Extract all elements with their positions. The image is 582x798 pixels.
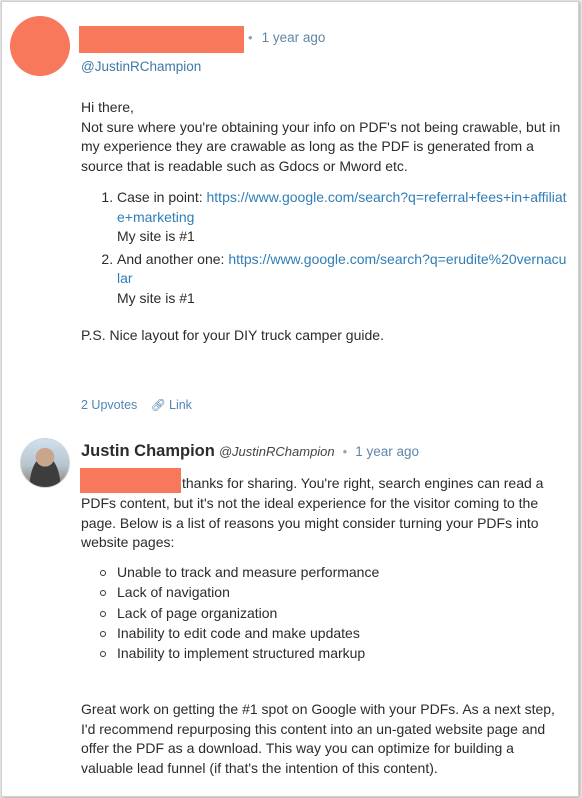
comment-body: Hi there, Not sure where you're obtainin…: [81, 98, 569, 346]
greeting-text: Hi there,: [81, 99, 134, 115]
redacted-author-name: [79, 26, 244, 53]
comment-meta: • 1 year ago: [248, 30, 325, 45]
reply-intro: thanks for sharing. You're right, search…: [81, 474, 561, 553]
link-icon: 🔗︎: [150, 398, 166, 412]
author-handle[interactable]: @JustinRChampion: [219, 444, 335, 459]
list-item-prefix: And another one:: [117, 250, 229, 267]
list-item-prefix: Case in point:: [117, 189, 207, 205]
timestamp[interactable]: 1 year ago: [262, 30, 326, 45]
comment-header: Justin Champion @JustinRChampion • 1 year a…: [81, 442, 419, 461]
link-button-label: Link: [169, 398, 192, 412]
reply-intro-text: thanks for sharing. You're right, search…: [81, 475, 544, 551]
avatar[interactable]: [10, 16, 70, 76]
postscript-text: P.S. Nice layout for your DIY truck camp…: [81, 327, 384, 343]
reasons-list: Unable to track and measure performance …: [81, 563, 561, 664]
list-item: Inability to implement structured markup: [100, 644, 561, 664]
intro-text: Not sure where you're obtaining your inf…: [81, 118, 561, 174]
link-button[interactable]: 🔗︎ Link: [151, 398, 192, 412]
author-name[interactable]: Justin Champion: [81, 442, 215, 460]
timestamp[interactable]: 1 year ago: [355, 444, 419, 459]
list-item: Case in point: https://www.google.com/se…: [117, 188, 569, 247]
list-item-note: My site is #1: [117, 289, 195, 306]
list-item: Inability to edit code and make updates: [100, 624, 561, 644]
list-item: And another one: https://www.google.com/…: [117, 250, 569, 309]
list-item: Unable to track and measure performance: [100, 563, 561, 583]
list-item: Lack of navigation: [100, 583, 561, 603]
list-item: Lack of page organization: [100, 604, 561, 624]
separator-dot: •: [248, 30, 253, 45]
list-item-note: My site is #1: [117, 228, 195, 244]
avatar[interactable]: [20, 438, 70, 488]
mention-link[interactable]: @JustinRChampion: [81, 59, 201, 74]
comment-thread: • 1 year ago @JustinRChampion Hi there, N…: [1, 1, 579, 797]
comment-actions: 2 Upvotes 🔗︎ Link: [81, 398, 192, 412]
closing-text: Great work on getting the #1 spot on Goo…: [81, 700, 555, 777]
comment-body: thanks for sharing. You're right, search…: [81, 474, 561, 779]
separator-dot: •: [342, 444, 348, 459]
upvotes-button[interactable]: 2 Upvotes: [81, 398, 137, 412]
reference-list: Case in point: https://www.google.com/se…: [81, 188, 569, 308]
